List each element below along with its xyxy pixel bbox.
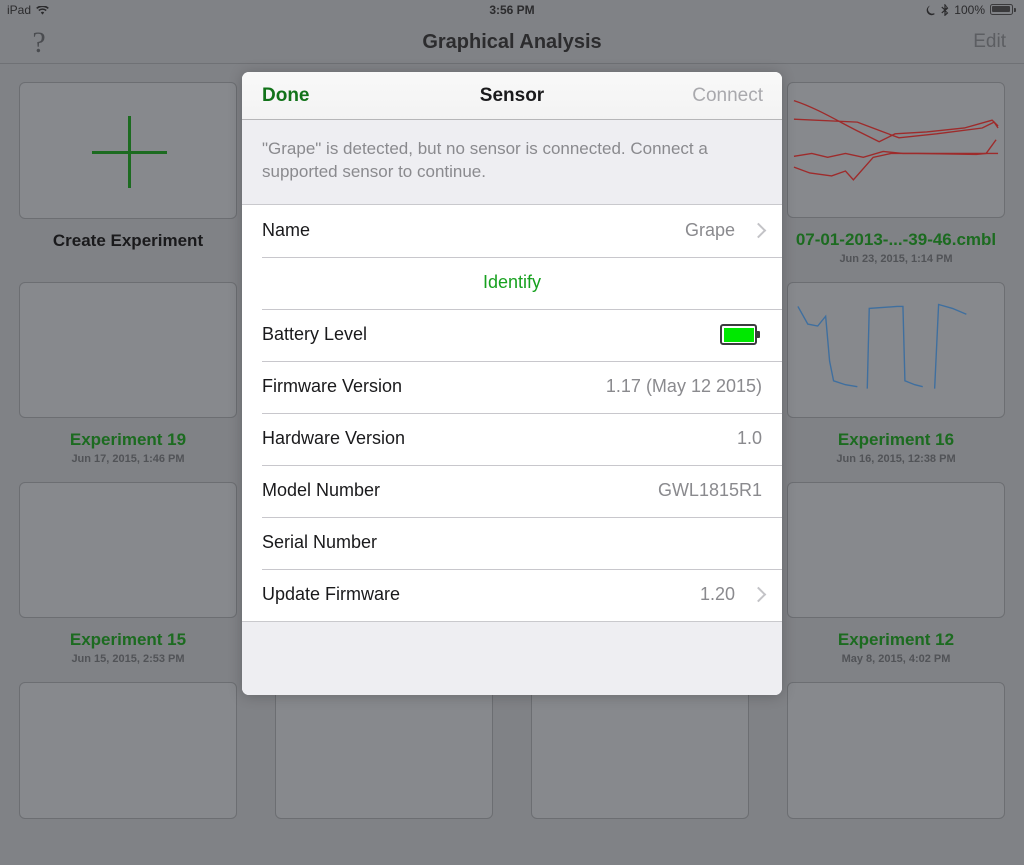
experiment-date: Jun 15, 2015, 2:53 PM <box>71 653 185 665</box>
detail-row-label: Name <box>262 220 311 241</box>
detail-row-label: Battery Level <box>262 324 368 345</box>
experiment-date: Jun 16, 2015, 12:38 PM <box>836 453 956 465</box>
chevron-right-icon <box>753 587 762 602</box>
detail-row-value: 1.0 <box>737 428 762 449</box>
plus-icon-horizontal <box>92 151 167 154</box>
modal-notice: "Grape" is detected, but no sensor is co… <box>242 120 782 205</box>
experiment-cell[interactable]: Create Experiment <box>0 65 256 265</box>
detail-row-label: Serial Number <box>262 532 378 553</box>
edit-button[interactable]: Edit <box>973 20 1006 64</box>
chevron-right-icon <box>753 223 762 238</box>
create-experiment-thumb[interactable] <box>19 82 237 219</box>
experiment-date: Jun 23, 2015, 1:14 PM <box>839 253 953 265</box>
detail-value-text: 1.0 <box>736 428 762 449</box>
detail-row-battery-level: Battery Level <box>242 308 782 361</box>
detail-row-value: Grape <box>685 220 762 241</box>
experiment-title: 07-01-2013-...-39-46.cmbl <box>795 230 997 249</box>
identify-button-label: Identify <box>482 272 542 293</box>
navigation-bar: ? Graphical Analysis Edit <box>0 20 1024 64</box>
detail-row-value <box>720 324 762 346</box>
experiment-thumbnail[interactable] <box>19 482 237 618</box>
experiment-title: Experiment 12 <box>837 630 955 649</box>
detail-value-text: Grape <box>684 220 735 241</box>
experiment-cell[interactable] <box>512 665 768 865</box>
detail-row-label: Model Number <box>262 480 381 501</box>
detail-row-update-firmware[interactable]: Update Firmware 1.20 <box>242 568 782 621</box>
experiment-cell[interactable]: Experiment 15 Jun 15, 2015, 2:53 PM <box>0 465 256 665</box>
experiment-thumbnail[interactable] <box>787 82 1005 218</box>
experiment-thumbnail[interactable] <box>787 482 1005 618</box>
experiment-cell[interactable]: Experiment 12 May 8, 2015, 4:02 PM <box>768 465 1024 665</box>
experiment-thumbnail[interactable] <box>275 682 493 819</box>
detail-row-identify[interactable]: Identify <box>242 256 782 309</box>
detail-value-text: GWL1815R1 <box>657 480 762 501</box>
bluetooth-icon <box>941 4 949 16</box>
experiment-thumbnail[interactable] <box>19 682 237 819</box>
battery-icon <box>990 4 1016 16</box>
experiment-title: Experiment 19 <box>69 430 187 449</box>
battery-percent: 100% <box>954 3 985 17</box>
detail-row-label: Update Firmware <box>262 584 401 605</box>
detail-row-serial-number: Serial Number <box>242 516 782 569</box>
detail-row-label: Firmware Version <box>262 376 403 397</box>
experiment-date: Jun 17, 2015, 1:46 PM <box>71 453 185 465</box>
modal-header: Done Sensor Connect <box>242 72 782 120</box>
sensor-modal: Done Sensor Connect "Grape" is detected,… <box>242 72 782 695</box>
experiment-thumbnail[interactable] <box>531 682 749 819</box>
connect-button: Connect <box>692 85 763 106</box>
experiment-cell[interactable]: Experiment 19 Jun 17, 2015, 1:46 PM <box>0 265 256 465</box>
page-title: Graphical Analysis <box>422 31 602 53</box>
status-bar: iPad 3:56 PM 100% <box>0 0 1024 20</box>
experiment-cell[interactable]: Experiment 16 Jun 16, 2015, 12:38 PM <box>768 265 1024 465</box>
status-bar-time: 3:56 PM <box>489 3 535 17</box>
experiment-cell[interactable]: 07-01-2013-...-39-46.cmbl Jun 23, 2015, 1… <box>768 65 1024 265</box>
detail-value-text: 1.20 <box>699 584 735 605</box>
battery-level-icon <box>720 324 760 346</box>
detail-row-name[interactable]: Name Grape <box>242 204 782 257</box>
experiment-title: Experiment 15 <box>69 630 187 649</box>
experiment-date: May 8, 2015, 4:02 PM <box>841 653 951 665</box>
experiment-thumbnail[interactable] <box>787 682 1005 819</box>
detail-row-value: 1.20 <box>700 584 762 605</box>
experiment-thumbnail[interactable] <box>19 282 237 418</box>
experiment-thumbnail[interactable] <box>787 282 1005 418</box>
detail-row-firmware-version: Firmware Version 1.17 (May 12 2015) <box>242 360 782 413</box>
detail-value-text: 1.17 (May 12 2015) <box>605 376 762 397</box>
status-bar-right: 100% <box>926 3 1016 17</box>
detail-row-value: 1.17 (May 12 2015) <box>606 376 762 397</box>
modal-notice-text: "Grape" is detected, but no sensor is co… <box>262 139 708 181</box>
detail-row-label: Hardware Version <box>262 428 406 449</box>
experiment-cell[interactable] <box>768 665 1024 865</box>
modal-footer <box>242 620 782 695</box>
moon-icon <box>926 5 936 16</box>
experiment-cell[interactable] <box>256 665 512 865</box>
experiment-cell[interactable] <box>0 665 256 865</box>
sensor-detail-list: Name Grape Identify Battery Level Firmware V… <box>242 204 782 621</box>
detail-row-hardware-version: Hardware Version 1.0 <box>242 412 782 465</box>
detail-row-model-number: Model Number GWL1815R1 <box>242 464 782 517</box>
detail-row-value: GWL1815R1 <box>658 480 762 501</box>
experiment-title: Experiment 16 <box>837 430 955 449</box>
experiment-title: Create Experiment <box>52 231 204 250</box>
